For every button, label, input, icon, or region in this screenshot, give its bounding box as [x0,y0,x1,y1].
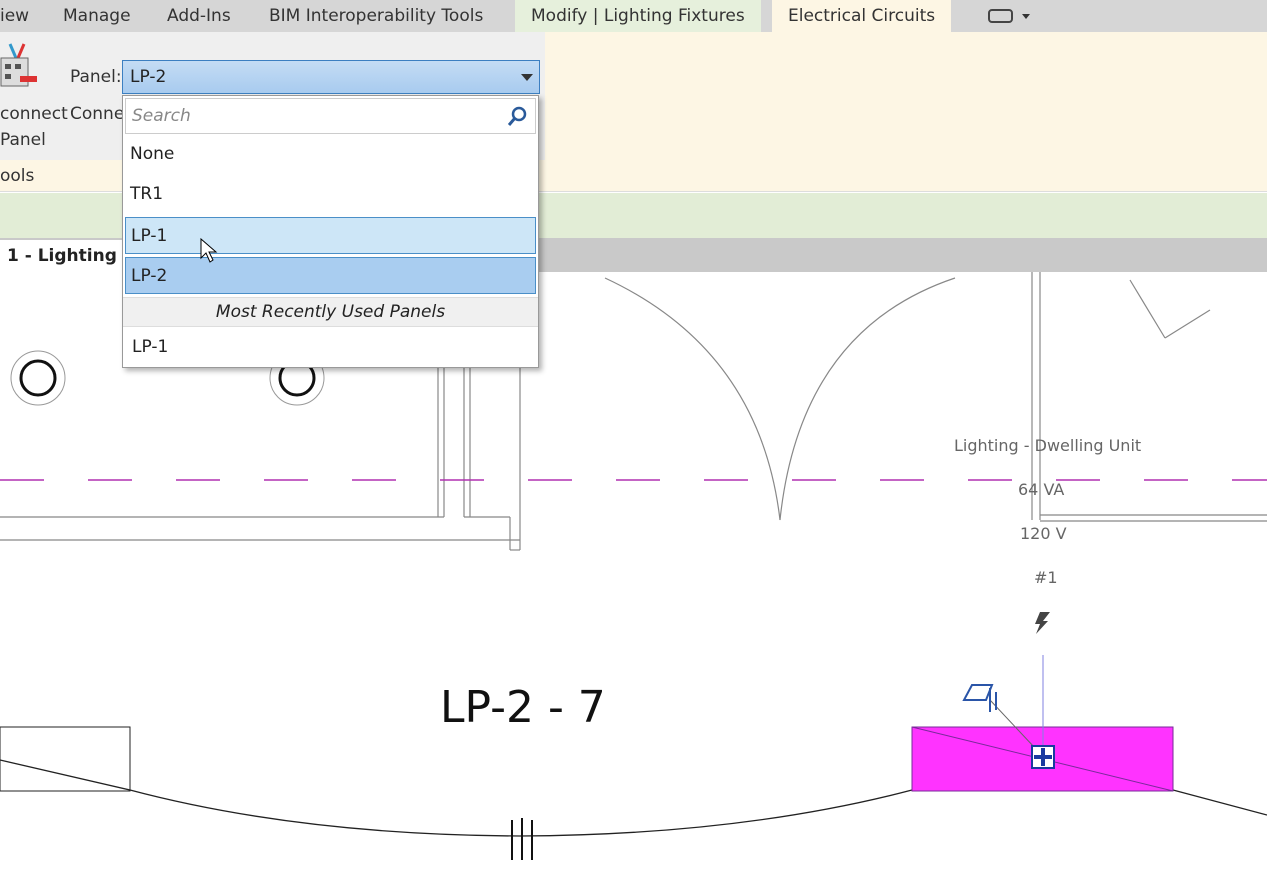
door-swing [604,277,781,521]
door-swing [779,277,956,521]
search-input[interactable]: Search [125,98,536,134]
mru-header: Most Recently Used Panels [123,297,538,327]
search-icon [507,106,527,126]
view-tab-lighting[interactable]: 1 - Lighting [0,240,125,272]
dropdown-item-none[interactable]: None [125,136,536,173]
tab-electrical-circuits[interactable]: Electrical Circuits [772,0,952,32]
flip-workplane-icon [962,684,997,712]
circuit-wire [0,759,913,837]
disconnect-panel-button[interactable]: connect Panel [0,40,68,155]
wire-tick-marks [511,818,533,860]
ribbon-tab-bar: iew Manage Add-Ins BIM Interoperability … [0,0,1267,32]
dropdown-item-lp-1[interactable]: LP-1 [125,217,536,254]
chevron-down-icon [1022,14,1030,19]
minimize-ribbon-icon [988,9,1013,23]
disconnect-label-2: Panel [0,130,46,150]
connect-button-label[interactable]: Conne [70,104,124,124]
dropdown-arrow-icon[interactable] [521,74,533,81]
tab-manage[interactable]: Manage [63,0,131,32]
lightning-bolt-icon [1035,612,1050,634]
circuit-load-name: Lighting - Dwelling Unit [954,436,1142,455]
dropdown-item-lp-2[interactable]: LP-2 [125,257,536,294]
ribbon-minimize-button[interactable] [988,9,1030,25]
circuit-number: #1 [1034,568,1058,587]
fixture-outline [0,726,131,792]
tab-modify-lighting-fixtures[interactable]: Modify | Lighting Fixtures [515,0,761,32]
tab-view[interactable]: iew [0,0,29,32]
light-fixture-symbol [10,350,66,406]
ribbon-group-label: ools [0,166,35,186]
mru-item-lp-1[interactable]: LP-1 [125,329,536,366]
mouse-cursor-icon [200,238,218,263]
voltage: 120 V [1020,524,1067,543]
disconnect-label-1: connect [0,104,68,124]
panel-dropdown-list: Search None TR1 LP-1 LP-2 Most Recently … [122,95,539,368]
panel-label: Panel: [70,67,122,87]
circuit-tag: LP-2 - 7 [440,682,606,733]
panel-select[interactable]: LP-2 [122,60,540,94]
apparent-load: 64 VA [1018,480,1065,499]
panel-select-value: LP-2 [130,67,167,87]
door-leaf [1129,279,1166,339]
tab-bim-interoperability[interactable]: BIM Interoperability Tools [269,0,483,32]
dropdown-item-tr1[interactable]: TR1 [125,176,536,213]
tab-add-ins[interactable]: Add-Ins [167,0,231,32]
disconnect-panel-icon [0,43,37,87]
door-leaf [1164,309,1211,339]
